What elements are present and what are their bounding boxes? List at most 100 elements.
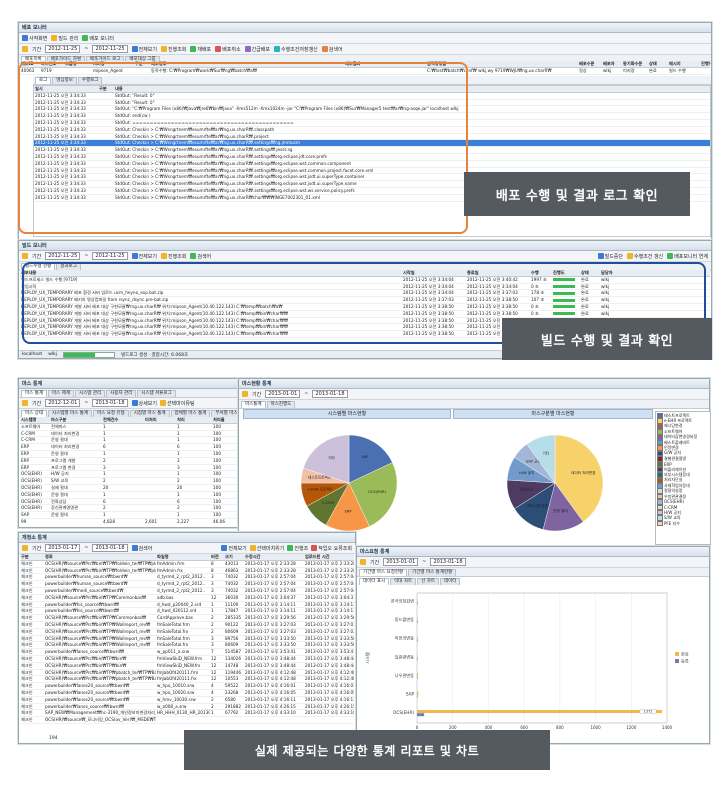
summary-column-header[interactable]: 상태: [648, 61, 668, 67]
summary-column-header[interactable]: 진행도: [700, 61, 710, 67]
change-row[interactable]: 체크인 OCS(HR)₩source₩Prc₩bin₩TP₩Wallreport_…: [20, 642, 354, 650]
date-to-input[interactable]: 2013-01-18: [92, 544, 128, 552]
change-row[interactable]: 체크인 OCS(HR)₩source₩Prc₩bin₩TP₩bin₩ fmViewS…: [20, 663, 354, 670]
change-row[interactable]: 체크인 powerbuilder₩lanos20_source₩tbwrd₩ w_h…: [20, 690, 354, 697]
summary-column-header[interactable]: 동기화수준: [622, 61, 648, 67]
change-action-button-0[interactable]: 전체보기: [221, 545, 247, 552]
pie-tab-0[interactable]: 마스통계: [241, 401, 266, 408]
build-filter-button-0[interactable]: 전체보기: [131, 253, 157, 260]
change-row[interactable]: 체크인 OCS(HR)₩source₩Prc₩bin₩TP₩Wallreport_…: [20, 629, 354, 636]
stats-row[interactable]: OCS(EHR) 전화상담 6 6 100: [20, 499, 238, 506]
stats-row[interactable]: OCS(EHR) 운영 절대 1 1 100: [20, 492, 238, 499]
bar-sub-tab-0[interactable]: 데이터 표시: [359, 578, 390, 585]
date-from-input[interactable]: 2013-01-01: [383, 558, 419, 566]
change-row[interactable]: 체크인 OCS(HR)₩source₩Prc₩bin₩TP₩Commonbas₩ a…: [20, 595, 354, 602]
date-from-input[interactable]: 2012-11-25: [45, 252, 81, 260]
change-column-header[interactable]: 수정시간: [244, 554, 304, 560]
deploy-filter-button-6[interactable]: 검색어: [321, 46, 343, 53]
change-row[interactable]: 체크인 OCS(HR)₩source₩Prc₩bin₩TP₩Wallreport_…: [20, 636, 354, 643]
bar-완료-6[interactable]: [417, 710, 662, 713]
build-filter-button-1[interactable]: 진행조회: [160, 253, 186, 260]
stats-row[interactable]: OCS(EHR) 실제 절대 20 20 100: [20, 485, 238, 492]
stats-sub-tab-2[interactable]: 마스 요청 유형: [92, 410, 129, 417]
date-to-input[interactable]: 2013-01-18: [92, 399, 128, 407]
change-column-header[interactable]: 경로: [44, 554, 156, 560]
stats-row[interactable]: OCS(EHR) 장신관계명명관 2 2 100: [20, 505, 238, 513]
change-action-button-2[interactable]: 진행조: [287, 545, 308, 552]
deploy-filter-button-3[interactable]: 배포취소: [215, 46, 241, 53]
toolbar-button-0[interactable]: 사작화면: [22, 35, 47, 42]
stats-sub-tab-0[interactable]: 마스 상태: [21, 410, 47, 417]
deploy-filter-button-4[interactable]: 긴급배포: [244, 46, 270, 53]
build-action-button-2[interactable]: 배포모니터 연계: [667, 253, 708, 260]
date-from-input[interactable]: 2012-11-25: [45, 45, 81, 53]
date-to-input[interactable]: 2012-11-25: [92, 45, 128, 53]
bar-완료-5[interactable]: [417, 691, 419, 695]
change-filter-button-0[interactable]: 검색어: [131, 545, 152, 552]
deploy-filter-button-2[interactable]: 재배포: [190, 46, 211, 53]
change-column-header[interactable]: 구분: [20, 554, 44, 560]
change-row[interactable]: 체크인 powerbuilder₩lanos20_source₩tbwrd₩ w_h…: [20, 697, 354, 704]
change-row[interactable]: 체크인 OCS(HR)₩source₩Prc₩bin₩TP₩Commonbas₩ C…: [20, 615, 354, 622]
stats-row[interactable]: 소프트웨어 전체마스 1 1 100: [20, 424, 238, 431]
bar-등록-1[interactable]: [417, 620, 418, 624]
deploy-filter-button-0[interactable]: 전체보기: [131, 46, 157, 53]
change-row[interactable]: 체크인 powerbuilder₩human_source₩tbwrd₩ d_tyr…: [20, 581, 354, 588]
build-action-button-1[interactable]: 수행조건 갱신: [627, 253, 663, 260]
summary-column-header[interactable]: 배포수준: [578, 61, 602, 67]
stats-filter-button-0[interactable]: 상세보기: [131, 400, 157, 407]
bar-등록-2[interactable]: [417, 638, 418, 642]
stats-row[interactable]: ERP 운영 절대 1 1 100: [20, 451, 238, 458]
build-filter-button-2[interactable]: 검색어: [190, 253, 211, 260]
stats-tab-3[interactable]: 사용자 관리: [106, 390, 137, 397]
bar-sub-tab-2[interactable]: 선 차트: [417, 578, 439, 585]
stats-filter-button-1[interactable]: 선택마이뮤팅: [159, 400, 195, 407]
date-to-input[interactable]: 2012-11-25: [92, 252, 128, 260]
bar-완료-0[interactable]: [417, 598, 418, 602]
change-row[interactable]: 체크인 powerbuilder₩his_source₩tbwrd₩ d_hwd_0…: [20, 608, 354, 616]
date-to-input[interactable]: 2013-01-18: [312, 390, 348, 398]
stats-sub-tab-4[interactable]: 업체별 마스 통계: [170, 410, 211, 417]
stats-row[interactable]: ERP 프로그램 변경 3 3 100: [20, 465, 238, 472]
change-column-header[interactable]: 버전: [210, 554, 224, 560]
stats-tab-0[interactable]: 마스 통계: [21, 390, 47, 397]
stats-row[interactable]: 99 4,828 2,601 2,227 46.06: [20, 519, 238, 525]
stats-column-header[interactable]: 마스구분: [50, 417, 102, 423]
bar-등록-0[interactable]: [417, 601, 418, 605]
change-row[interactable]: 체크인 powerbuilder₩his_source₩tbwrd₩ d_hwd_p…: [20, 602, 354, 609]
date-from-input[interactable]: 2013-01-17: [45, 544, 81, 552]
change-row[interactable]: 체크인 OCS(HR)₩source₩Prc₩bin₩TP₩foldein_ter…: [20, 568, 354, 575]
toolbar-button-1[interactable]: 빌드 관리: [51, 35, 78, 42]
stats-row[interactable]: ERP 프로그램 개발 2 2 100: [20, 458, 238, 465]
pie-tab-1[interactable]: 마스진행도: [266, 401, 296, 408]
stats-column-header[interactable]: 전체건수: [102, 417, 144, 423]
stats-row[interactable]: C-CRM 데이터 처리변경 1 1 100: [20, 431, 238, 438]
change-row[interactable]: 체크인 OCS(HR)₩source₩Prc₩bin₩TP₩Wallreport_…: [20, 622, 354, 629]
stats-tab-4[interactable]: 시스템 서류로그: [137, 390, 176, 397]
bar-sub-tab-3[interactable]: 데이터: [440, 578, 461, 585]
change-row[interactable]: 체크인 powerbuilder₩lanos_source₩tbwrd₩ w_a00…: [20, 704, 354, 711]
change-row[interactable]: 체크인 powerbuilder₩medi_source₩tbwrd₩ d_tyrm…: [20, 588, 354, 595]
change-row[interactable]: 체크인 SAP_NEW₩Management₩hc-3190_개인정보미변경처리_…: [20, 710, 354, 718]
stats-column-header[interactable]: 처리: [176, 417, 212, 423]
bar-sub-tab-1[interactable]: 막대 차트: [390, 578, 417, 585]
stats-column-header[interactable]: 처리율: [212, 417, 238, 423]
change-column-header[interactable]: 크기: [224, 554, 244, 560]
bar-tab-0[interactable]: 기간별 마스 요청현황: [359, 569, 408, 576]
deploy-filter-button-1[interactable]: 진행조회: [160, 46, 186, 53]
summary-column-header[interactable]: 메시지: [668, 61, 700, 67]
change-column-header[interactable]: 업로드된 시간: [304, 554, 354, 560]
stats-tab-2[interactable]: 시스템 관리: [75, 390, 106, 397]
build-action-button-0[interactable]: 빌드중단: [597, 253, 623, 260]
bar-완료-3[interactable]: [417, 654, 418, 658]
date-from-input[interactable]: 2013-01-01: [265, 390, 301, 398]
stats-row[interactable]: ERP 데이터 처리변경 6 6 100: [20, 444, 238, 451]
change-row[interactable]: 체크인 powerbuilder₩human_source₩tbwrd₩ d_tyr…: [20, 574, 354, 582]
change-row[interactable]: 체크인 powerbuilder₩lanos_source₩tbwrd₩ w_pp0…: [20, 649, 354, 656]
change-row[interactable]: 체크인 OCS(HR)₩source₩_모니터링_OCS(ov_Ver)₩_MSD…: [20, 717, 354, 724]
stats-row[interactable]: OCS(EHR) H/W 공지 1 1 100: [20, 471, 238, 479]
bar-tab-1[interactable]: 기간별 마스 통계현황: [408, 569, 457, 576]
change-row[interactable]: 체크인 OCS(HR)₩source₩Prc₩bin₩TP₩foldein_ter…: [20, 561, 354, 568]
change-row[interactable]: 체크인 OCS(HR)₩source₩Prc₩bin₩TP₩pbatch_ter₩…: [20, 676, 354, 684]
bar-완료-1[interactable]: [417, 617, 418, 621]
